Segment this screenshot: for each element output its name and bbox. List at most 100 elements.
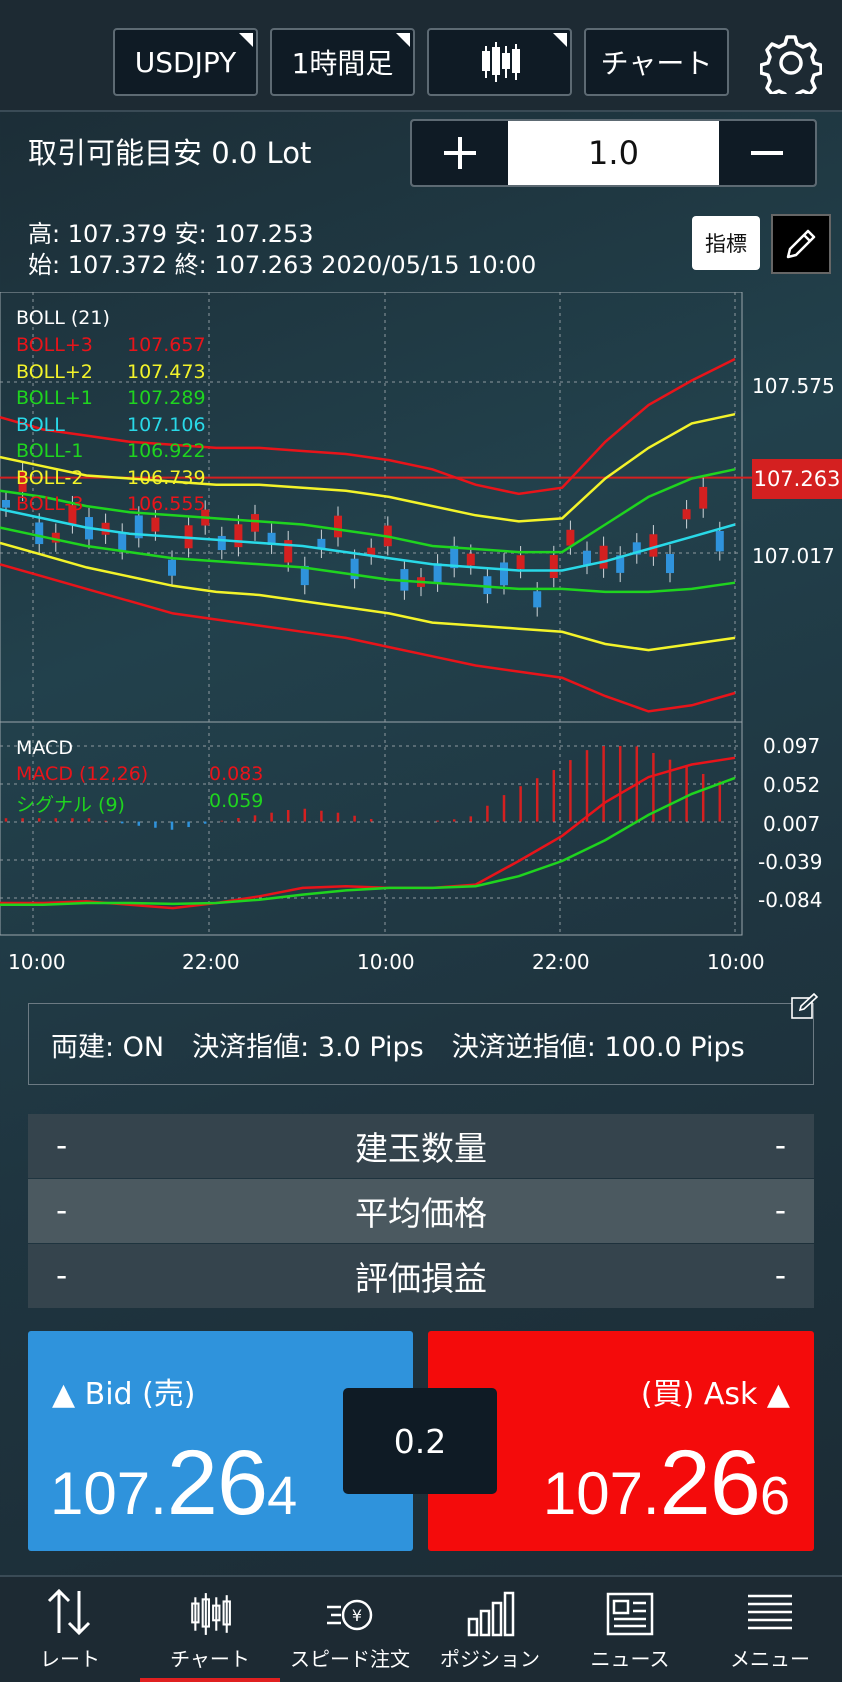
time-tick: 10:00: [707, 950, 765, 974]
candle-body: [35, 522, 44, 545]
timeframe-selector[interactable]: 1時間足: [270, 28, 415, 96]
time-tick: 10:00: [357, 950, 415, 974]
boll-legend-value: 107.289: [127, 387, 206, 409]
mode-label: チャート: [600, 47, 713, 80]
bid-price-fraction: 4: [267, 1466, 298, 1526]
quantity-input[interactable]: 1.0: [508, 121, 719, 185]
macd-legend-value: 0.059: [209, 789, 264, 812]
position-label: 評価損益: [355, 1259, 487, 1298]
boll-legend-name: BOLL+2: [16, 360, 93, 383]
svg-text:¥: ¥: [352, 1606, 362, 1625]
active-tab-indicator: [140, 1678, 280, 1682]
price-tick: 107.017: [752, 544, 835, 568]
tab-label: チャート: [170, 1647, 250, 1671]
position-left-value: -: [56, 1128, 68, 1164]
tab-rate[interactable]: レート: [0, 1577, 140, 1682]
indicator-button[interactable]: 指標: [692, 216, 760, 270]
ask-label: (買) Ask ▲: [640, 1377, 790, 1412]
time-tick: 22:00: [182, 950, 240, 974]
tab-label: レート: [40, 1647, 100, 1671]
timeframe-label: 1時間足: [291, 47, 394, 80]
tab-label: ポジション: [440, 1647, 540, 1671]
ohlc-open-close-time: 始: 107.372 終: 107.263 2020/05/15 10:00: [28, 251, 537, 279]
boll-legend-title: BOLL (21): [16, 307, 110, 329]
newspaper-icon: [606, 1592, 654, 1636]
boll-legend-value: 107.106: [127, 413, 206, 436]
boll-legend-name: BOLL-1: [16, 440, 84, 462]
boll-legend-name: BOLL+3: [16, 334, 93, 356]
symbol-label: USDJPY: [134, 45, 237, 79]
top-toolbar: USDJPY 1時間足 チャート: [0, 0, 842, 112]
macd-tick: 0.052: [763, 773, 821, 797]
tab-label: ニュース: [590, 1647, 670, 1671]
candle-body: [433, 563, 442, 583]
symbol-selector[interactable]: USDJPY: [113, 28, 258, 96]
boll-legend-value: 106.555: [127, 493, 206, 515]
tab-chart[interactable]: チャート: [140, 1577, 280, 1682]
order-settings-box[interactable]: 両建: ON 決済指値: 3.0 Pips 決済逆指値: 100.0 Pips: [28, 1003, 814, 1085]
pencil-icon: [786, 229, 816, 259]
bid-label: ▲ Bid (売): [52, 1377, 196, 1412]
macd-tick: -0.084: [758, 888, 823, 912]
macd-legend-name: MACD (12,26): [16, 763, 149, 785]
candle-body: [549, 555, 558, 579]
tab-news[interactable]: ニュース: [560, 1577, 700, 1682]
position-row-profit-loss: - 評価損益 -: [28, 1244, 814, 1308]
candle-body: [151, 517, 160, 532]
settings-button[interactable]: [759, 32, 823, 103]
current-price-tag: 107.263: [752, 459, 842, 499]
candle-body: [334, 515, 342, 538]
position-row-quantity: - 建玉数量 -: [28, 1114, 814, 1178]
boll-legend-value: 107.657: [127, 334, 206, 356]
tab-label: メニュー: [730, 1647, 810, 1671]
boll-line-boll+3: [0, 357, 736, 496]
boll-legend-name: BOLL-2: [16, 466, 84, 489]
candle-body: [715, 530, 724, 552]
boll-legend-name: BOLL+1: [16, 387, 93, 409]
macd-legend-name: シグナル (9): [16, 793, 125, 816]
ask-price-major: 107.: [542, 1460, 660, 1527]
price-tick: 107.575: [752, 374, 835, 398]
position-left-value: -: [56, 1193, 68, 1229]
quantity-plus-button[interactable]: [412, 121, 508, 185]
boll-legend-value: 107.473: [127, 360, 206, 383]
tab-position[interactable]: ポジション: [420, 1577, 560, 1682]
tab-speed-order[interactable]: ¥ スピード注文: [280, 1577, 420, 1682]
candle-body: [699, 486, 708, 509]
position-label: 建玉数量: [355, 1129, 487, 1168]
position-left-value: -: [56, 1258, 68, 1294]
drawing-tool-button[interactable]: [771, 214, 831, 274]
boll-line-boll+2: [0, 412, 736, 523]
quantity-minus-button[interactable]: [719, 121, 815, 185]
bottom-tab-bar: レート チャート ¥ スピード注文 ポジション ニュース メニュー: [0, 1575, 842, 1682]
mode-selector[interactable]: チャート: [584, 28, 729, 96]
minus-icon: [751, 151, 783, 155]
speed-order-icon: ¥: [327, 1599, 373, 1631]
edit-settings-button[interactable]: [790, 992, 820, 1020]
gear-icon: [759, 35, 823, 103]
position-label: 平均価格: [355, 1194, 487, 1233]
ohlc-high-low: 高: 107.379 安: 107.253: [28, 220, 314, 248]
macd-legend-title: MACD: [16, 737, 73, 759]
candle-body: [500, 562, 508, 586]
quantity-stepper: 1.0: [410, 119, 817, 187]
boll-legend-value: 106.922: [127, 440, 206, 462]
boll-line-boll-3: [0, 563, 736, 713]
tab-menu[interactable]: メニュー: [700, 1577, 840, 1682]
candlestick-icon: [481, 42, 520, 82]
candle-body: [533, 591, 542, 608]
candle-body: [483, 576, 492, 595]
candle-body: [2, 499, 10, 508]
ask-price-pips: 26: [659, 1432, 761, 1534]
rate-arrows-icon: [47, 1588, 91, 1636]
candle-body: [682, 509, 691, 520]
ask-price-fraction: 6: [759, 1466, 790, 1526]
position-right-value: -: [774, 1193, 786, 1229]
time-tick: 10:00: [8, 950, 66, 974]
macd-tick: 0.007: [763, 812, 821, 836]
stop-setting: 決済逆指値: 100.0 Pips: [451, 1031, 745, 1063]
candle-body: [599, 545, 608, 569]
dropdown-corner-icon: [553, 33, 567, 47]
chart-type-selector[interactable]: [427, 28, 572, 96]
boll-legend-value: 106.739: [127, 466, 206, 489]
